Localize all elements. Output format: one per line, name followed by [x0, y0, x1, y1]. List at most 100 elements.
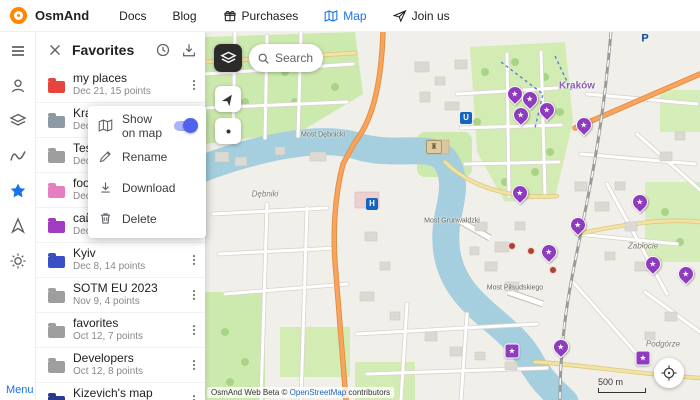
- kebab-menu-icon[interactable]: [185, 251, 203, 269]
- map-marker[interactable]: ★: [505, 344, 520, 359]
- group-name: favorites: [73, 317, 177, 331]
- close-icon[interactable]: [46, 42, 63, 59]
- kebab-menu-icon[interactable]: [185, 391, 203, 400]
- nav-map[interactable]: Map: [324, 9, 366, 23]
- ctx-rename[interactable]: Rename: [88, 141, 206, 172]
- marker-glyph: ★: [511, 90, 518, 98]
- map-marker[interactable]: [527, 247, 535, 255]
- group-date: Nov 9, 4 points: [73, 296, 177, 308]
- map-marker[interactable]: U: [460, 112, 472, 124]
- hamburger-menu-icon[interactable]: [7, 40, 29, 62]
- group-date: Oct 12, 8 points: [73, 366, 177, 378]
- map-marker[interactable]: ★: [636, 351, 651, 366]
- kebab-menu-icon[interactable]: [185, 76, 203, 94]
- favorites-star-icon[interactable]: [7, 180, 29, 202]
- folder-icon: [48, 116, 65, 128]
- favorite-group-row[interactable]: favorites Oct 12, 7 points: [36, 313, 205, 348]
- map-marker[interactable]: H: [366, 198, 378, 210]
- folder-icon: [48, 221, 65, 233]
- show-on-map-toggle[interactable]: [174, 121, 196, 131]
- ctx-download-label: Download: [122, 181, 175, 195]
- account-icon[interactable]: [7, 75, 29, 97]
- ctx-show-on-map[interactable]: Show on map: [88, 110, 206, 141]
- group-texts: SOTM EU 2023 Nov 9, 4 points: [73, 282, 177, 307]
- locate-me-button[interactable]: [654, 358, 684, 388]
- map-position-button[interactable]: [215, 118, 241, 144]
- trash-icon: [98, 211, 113, 226]
- map-canvas[interactable]: Most DębnickiMost GrunwaldzkiMost Piłsud…: [205, 32, 700, 400]
- favorite-group-row[interactable]: SOTM EU 2023 Nov 9, 4 points: [36, 278, 205, 313]
- map-marker[interactable]: [508, 242, 516, 250]
- basemap: [205, 32, 700, 400]
- marker-glyph: ★: [574, 221, 581, 229]
- group-context-menu: Show on map Rename Download Delete: [88, 106, 206, 238]
- group-texts: Kizevich's map Oct 10, 20 points: [73, 387, 177, 400]
- marker-glyph: ♜: [430, 143, 437, 151]
- favorite-group-row[interactable]: Kyiv Dec 8, 14 points: [36, 243, 205, 278]
- map-layers-button[interactable]: [214, 44, 242, 72]
- nav-join-us[interactable]: Join us: [393, 9, 450, 23]
- marker-glyph: ★: [580, 121, 587, 129]
- map-attribution: OsmAnd Web Beta © OpenStreetMap contribu…: [207, 387, 394, 398]
- nav-docs[interactable]: Docs: [119, 9, 146, 23]
- folder-icon: [48, 256, 65, 268]
- group-date: Dec 8, 14 points: [73, 261, 177, 273]
- map-marker[interactable]: ♜: [426, 140, 442, 154]
- send-icon: [393, 9, 407, 23]
- group-name: Kyiv: [73, 247, 177, 261]
- favorite-group-row[interactable]: Developers Oct 12, 8 points: [36, 348, 205, 383]
- group-name: SOTM EU 2023: [73, 282, 177, 296]
- search-icon: [257, 52, 270, 65]
- menu-link[interactable]: Menu: [6, 384, 34, 396]
- import-icon[interactable]: [180, 42, 197, 59]
- openstreetmap-link[interactable]: OpenStreetMap: [290, 388, 346, 397]
- marker-glyph: ★: [545, 248, 552, 256]
- kebab-menu-icon[interactable]: [185, 356, 203, 374]
- navigation-icon[interactable]: [7, 215, 29, 237]
- favorites-panel-header: Favorites: [36, 32, 205, 68]
- marker-glyph: U: [463, 114, 469, 122]
- group-date: Oct 12, 7 points: [73, 331, 177, 343]
- map-search-button[interactable]: Search: [249, 44, 323, 72]
- gift-icon: [223, 9, 237, 23]
- rename-pencil-icon: [98, 149, 113, 164]
- group-name: my places: [73, 72, 177, 86]
- scale-label: 500 m: [598, 377, 646, 387]
- group-texts: Kyiv Dec 8, 14 points: [73, 247, 177, 272]
- history-icon[interactable]: [154, 42, 171, 59]
- kebab-menu-icon[interactable]: [185, 286, 203, 304]
- group-name: Kizevich's map: [73, 387, 177, 400]
- ctx-rename-label: Rename: [122, 150, 167, 164]
- marker-glyph: ★: [526, 95, 533, 103]
- toggle-knob: [183, 118, 198, 133]
- map-marker[interactable]: [549, 266, 557, 274]
- scale-bar: [598, 388, 646, 393]
- nav-purchases[interactable]: Purchases: [223, 9, 299, 23]
- favorite-group-row[interactable]: my places Dec 21, 15 points: [36, 68, 205, 103]
- ctx-show-on-map-label: Show on map: [122, 112, 165, 140]
- marker-glyph: ★: [508, 347, 515, 355]
- attribution-prefix: OsmAnd Web Beta ©: [211, 388, 290, 397]
- group-name: Developers: [73, 352, 177, 366]
- layers-icon[interactable]: [7, 110, 29, 132]
- ctx-download[interactable]: Download: [88, 172, 206, 203]
- folder-icon: [48, 361, 65, 373]
- marker-glyph: ★: [636, 198, 643, 206]
- download-icon: [98, 180, 113, 195]
- map-navigate-button[interactable]: [215, 86, 241, 112]
- favorite-group-row[interactable]: Kizevich's map Oct 10, 20 points: [36, 383, 205, 400]
- favorites-panel: Favorites my places Dec 21, 15 points: [36, 32, 205, 400]
- group-texts: favorites Oct 12, 7 points: [73, 317, 177, 342]
- show-on-map-icon: [98, 118, 113, 133]
- left-rail: Menu: [0, 32, 36, 400]
- map-marker[interactable]: P: [641, 34, 648, 45]
- ctx-delete[interactable]: Delete: [88, 203, 206, 234]
- attribution-suffix: contributors: [346, 388, 390, 397]
- kebab-menu-icon[interactable]: [185, 321, 203, 339]
- weather-icon[interactable]: [7, 250, 29, 272]
- group-date: Dec 21, 15 points: [73, 86, 177, 98]
- folder-icon: [48, 326, 65, 338]
- tracks-icon[interactable]: [7, 145, 29, 167]
- map-scale: 500 m: [598, 377, 646, 393]
- nav-blog[interactable]: Blog: [173, 9, 197, 23]
